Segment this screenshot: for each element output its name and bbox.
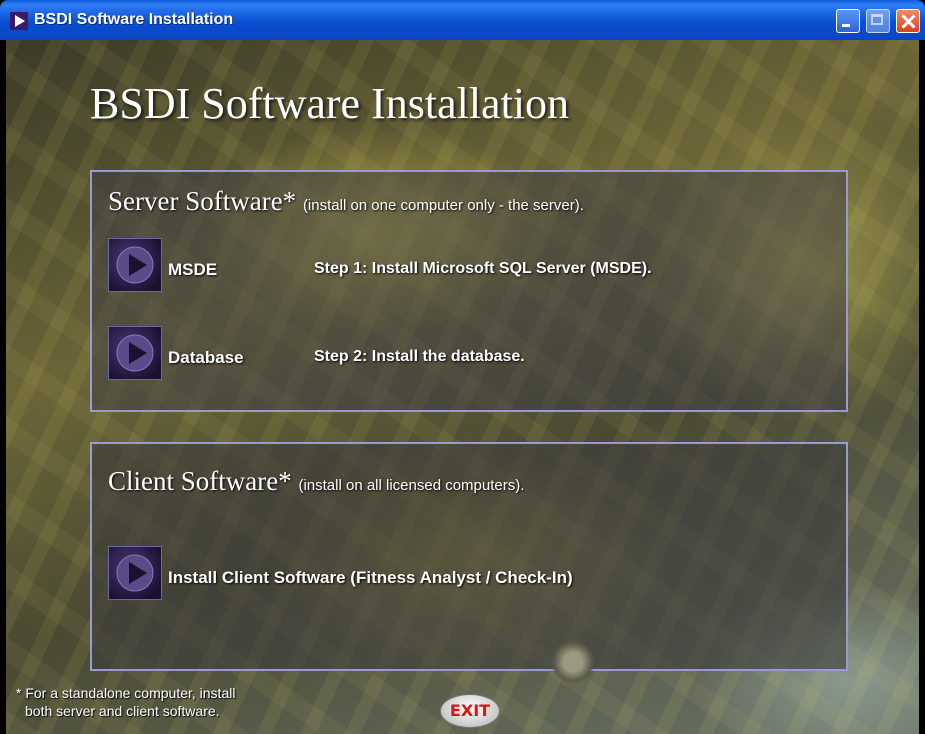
msde-step: Step 1: Install Microsoft SQL Server (MS… (314, 260, 652, 277)
server-note: (install on one computer only - the serv… (302, 197, 584, 214)
client-note: (install on all licensed computers). (298, 477, 525, 494)
tape-ring (551, 640, 595, 684)
footnote: * For a standalone computer, install bot… (16, 684, 316, 720)
close-button[interactable] (896, 9, 920, 33)
app-play-icon (10, 12, 28, 30)
installer-window: BSDI Software Installation BSDI Software… (0, 0, 925, 734)
database-install-button[interactable] (108, 326, 162, 380)
installer-content: BSDI Software Installation Server Softwa… (6, 40, 919, 734)
exit-label: EXIT (449, 701, 491, 720)
client-title-text: Client Software* (108, 466, 292, 496)
play-arrow-icon (116, 334, 154, 372)
maximize-button (866, 9, 890, 33)
server-software-panel: Server Software* (install on one compute… (90, 170, 848, 412)
exit-button[interactable]: EXIT (440, 694, 500, 728)
play-arrow-icon (116, 554, 154, 592)
minimize-button[interactable] (836, 9, 860, 33)
title-bar[interactable]: BSDI Software Installation (0, 0, 925, 40)
page-title: BSDI Software Installation (90, 79, 570, 128)
client-install-button[interactable] (108, 546, 162, 600)
server-section-title: Server Software* (install on one compute… (108, 186, 584, 217)
window-title: BSDI Software Installation (34, 11, 234, 28)
server-title-text: Server Software* (108, 186, 297, 216)
database-step: Step 2: Install the database. (314, 348, 525, 365)
msde-install-button[interactable] (108, 238, 162, 292)
footnote-line-2: both server and client software. (25, 703, 220, 719)
database-label[interactable]: Database (168, 348, 244, 368)
client-section-title: Client Software* (install on all license… (108, 466, 524, 497)
client-install-label[interactable]: Install Client Software (Fitness Analyst… (168, 568, 573, 588)
msde-label[interactable]: MSDE (168, 260, 217, 280)
client-software-panel: Client Software* (install on all license… (90, 442, 848, 671)
play-arrow-icon (116, 246, 154, 284)
footnote-line-1: * For a standalone computer, install (16, 685, 236, 701)
